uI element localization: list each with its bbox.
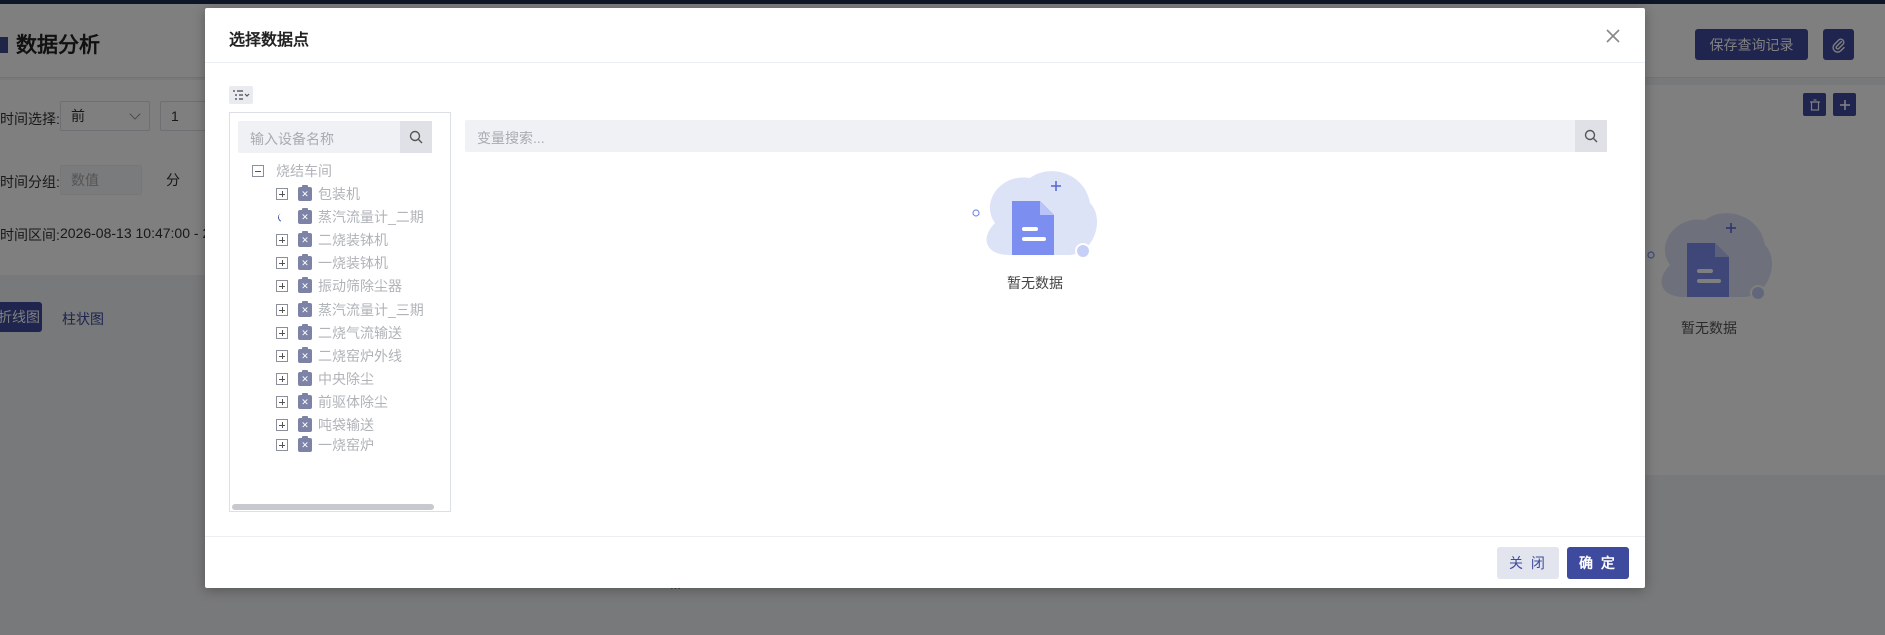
tree-node[interactable]: 二烧装钵机 <box>276 230 388 250</box>
device-search-placeholder: 输入设备名称 <box>250 131 334 147</box>
tree-node-label: 吨袋输送 <box>318 417 374 433</box>
empty-data-illustration-icon <box>972 171 1098 259</box>
tree-vertical-scrollbar[interactable] <box>450 115 451 227</box>
tree-node-label: 二烧装钵机 <box>318 232 388 248</box>
dialog-header-divider <box>205 62 1645 63</box>
tree-expand-toggle[interactable] <box>229 86 253 104</box>
tree-node-label: 一烧装钵机 <box>318 255 388 271</box>
device-icon <box>298 324 312 340</box>
expand-icon[interactable] <box>276 350 288 362</box>
tree-horizontal-scrollbar[interactable] <box>232 504 434 510</box>
tree-node-label: 包装机 <box>318 186 360 202</box>
tree-node[interactable]: 二烧窑炉外线 <box>276 346 402 366</box>
expand-icon[interactable] <box>276 280 288 292</box>
dialog-footer-divider <box>205 536 1645 537</box>
loading-spinner-icon <box>276 211 288 223</box>
tree-node[interactable]: 蒸汽流量计_三期 <box>276 300 424 320</box>
device-icon <box>298 436 312 452</box>
expand-icon[interactable] <box>276 439 288 451</box>
device-icon <box>298 393 312 409</box>
device-icon <box>298 254 312 270</box>
dialog-close-button[interactable] <box>1601 24 1625 48</box>
tree-node[interactable]: 前驱体除尘 <box>276 392 388 412</box>
dialog-cancel-button[interactable]: 关 闭 <box>1497 547 1559 579</box>
device-icon <box>298 231 312 247</box>
tree-node[interactable]: 二烧气流输送 <box>276 323 402 343</box>
tree-node-label: 中央除尘 <box>318 371 374 387</box>
device-icon <box>298 208 312 224</box>
tree-list-icon <box>233 90 250 100</box>
tree-node-label: 振动筛除尘器 <box>318 278 402 294</box>
tree-node-label: 蒸汽流量计_三期 <box>318 302 424 318</box>
tree-root-node[interactable]: 烧结车间 <box>252 161 332 181</box>
device-icon <box>298 301 312 317</box>
tree-node[interactable]: 中央除尘 <box>276 369 374 389</box>
search-icon <box>409 130 423 144</box>
tree-node[interactable]: 吨袋输送 <box>276 415 374 435</box>
close-icon <box>1606 29 1620 43</box>
device-icon <box>298 370 312 386</box>
tree-node-label: 前驱体除尘 <box>318 394 388 410</box>
device-search-input[interactable]: 输入设备名称 <box>238 121 432 153</box>
device-tree-panel: 输入设备名称 烧结车间 包装机 蒸汽流量计_二期 二烧装钵机 <box>229 112 451 512</box>
tree-node[interactable]: 蒸汽流量计_二期 <box>276 207 424 227</box>
dialog-title: 选择数据点 <box>229 32 310 49</box>
expand-icon[interactable] <box>276 419 288 431</box>
tree-node[interactable]: 一烧装钵机 <box>276 253 388 273</box>
empty-data-text: 暂无数据 <box>1007 275 1063 291</box>
device-icon <box>298 185 312 201</box>
expand-icon[interactable] <box>276 188 288 200</box>
variable-search-button[interactable] <box>1575 120 1607 152</box>
expand-icon[interactable] <box>276 373 288 385</box>
variable-search-placeholder: 变量搜索... <box>477 130 545 146</box>
tree-node[interactable]: 一烧窑炉 <box>276 435 374 455</box>
tree-node[interactable]: 振动筛除尘器 <box>276 276 402 296</box>
collapse-icon[interactable] <box>252 165 264 177</box>
tree-node-label: 二烧窑炉外线 <box>318 348 402 364</box>
tree-node-label: 蒸汽流量计_二期 <box>318 209 424 225</box>
tree-node-label: 二烧气流输送 <box>318 325 402 341</box>
expand-icon[interactable] <box>276 234 288 246</box>
expand-icon[interactable] <box>276 327 288 339</box>
device-icon <box>298 347 312 363</box>
tree-node[interactable]: 包装机 <box>276 184 360 204</box>
device-search-button[interactable] <box>400 121 432 153</box>
device-icon <box>298 416 312 432</box>
expand-icon[interactable] <box>276 257 288 269</box>
expand-icon[interactable] <box>276 304 288 316</box>
search-icon <box>1584 129 1598 143</box>
tree-root-label: 烧结车间 <box>276 163 332 179</box>
tree-node-label: 一烧窑炉 <box>318 437 374 453</box>
device-icon <box>298 277 312 293</box>
variable-search-input[interactable]: 变量搜索... <box>465 120 1607 152</box>
expand-icon[interactable] <box>276 396 288 408</box>
dialog-confirm-button[interactable]: 确 定 <box>1567 547 1629 579</box>
select-datapoint-dialog: 选择数据点 输入设备名称 烧结车间 ✕ 包装机 ✕ 蒸汽流量计_二期 ✕ 二烧装… <box>205 8 1645 588</box>
